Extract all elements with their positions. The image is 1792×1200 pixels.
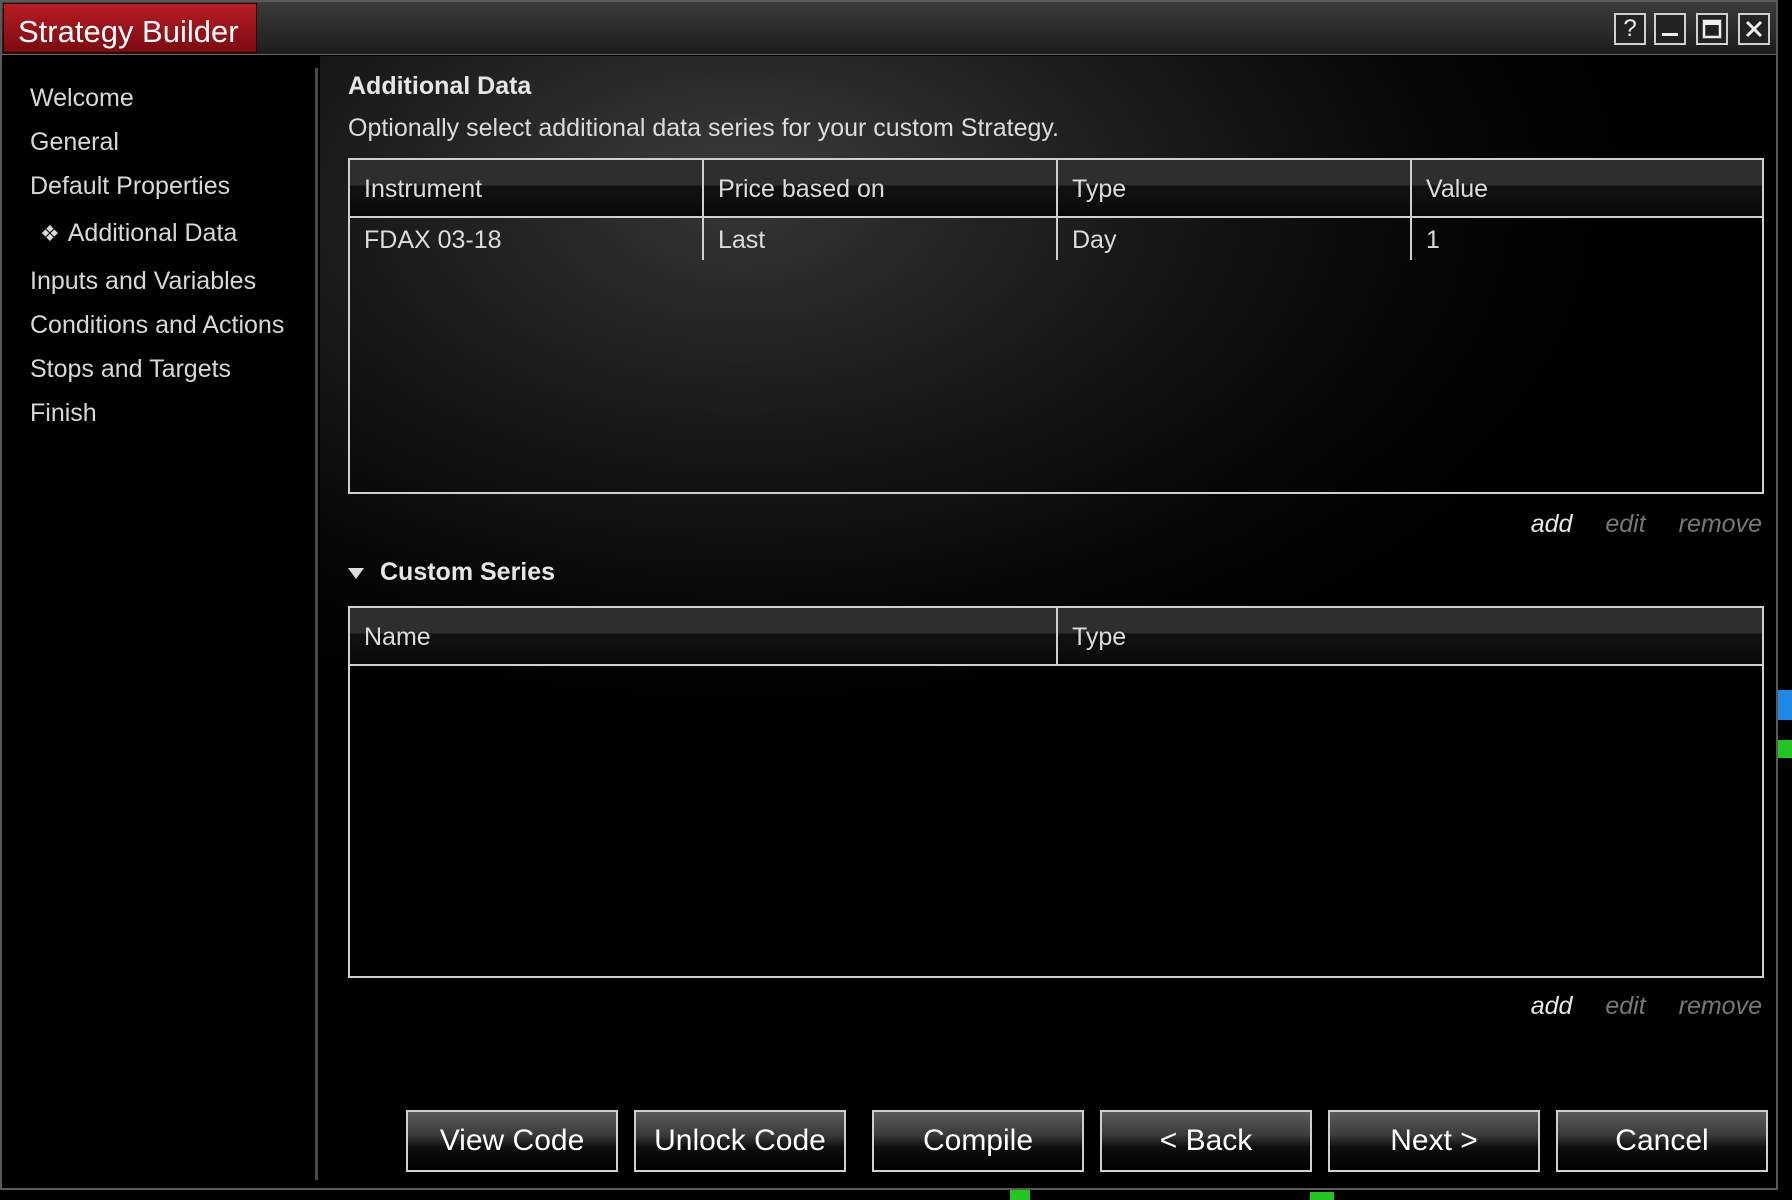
sidebar-item-general[interactable]: General <box>30 128 119 157</box>
unlock-code-button[interactable]: Unlock Code <box>634 1110 846 1172</box>
compile-button[interactable]: Compile <box>872 1110 1084 1172</box>
custom-series-table[interactable]: Name Type <box>348 606 1764 978</box>
sidebar-item-inputs-and-variables[interactable]: Inputs and Variables <box>30 267 256 296</box>
sidebar-item-label: Default Properties <box>30 172 231 200</box>
cell-price-based-on: Last <box>718 226 766 254</box>
custom-series-header[interactable]: Custom Series <box>348 558 555 587</box>
next-button[interactable]: Next > <box>1328 1110 1540 1172</box>
column-header-instrument[interactable]: Instrument <box>350 175 482 204</box>
back-button[interactable]: < Back <box>1100 1110 1312 1172</box>
main-panel: Additional Data Optionally select additi… <box>320 56 1776 1188</box>
sidebar-item-label: Additional Data <box>67 219 238 247</box>
column-header-value[interactable]: Value <box>1412 175 1488 204</box>
column-divider <box>1056 608 1058 666</box>
add-link[interactable]: add <box>1531 510 1573 538</box>
section-description: Optionally select additional data series… <box>348 114 1059 142</box>
close-icon[interactable] <box>1738 13 1770 45</box>
cell-instrument: FDAX 03-18 <box>364 226 502 254</box>
cancel-button[interactable]: Cancel <box>1556 1110 1768 1172</box>
sidebar-item-label: Stops and Targets <box>30 355 232 383</box>
active-bullet-icon: ❖ <box>40 221 60 246</box>
remove-link[interactable]: remove <box>1679 992 1762 1020</box>
edit-link[interactable]: edit <box>1605 510 1645 538</box>
maximize-icon[interactable] <box>1696 13 1728 45</box>
sidebar-item-default-properties[interactable]: Default Properties <box>30 172 230 201</box>
sidebar-item-label: General <box>30 128 119 156</box>
title-bar[interactable]: Strategy Builder ? <box>2 2 1776 55</box>
sidebar-item-label: Welcome <box>30 84 134 112</box>
sidebar-item-stops-and-targets[interactable]: Stops and Targets <box>30 355 231 384</box>
cell-value: 1 <box>1426 226 1440 254</box>
column-header-type[interactable]: Type <box>1058 623 1126 652</box>
collapse-triangle-icon[interactable] <box>348 567 364 579</box>
strategy-builder-window: Strategy Builder ? Welcome General Defau… <box>0 0 1778 1190</box>
cell-type: Day <box>1072 226 1117 254</box>
sidebar-item-finish[interactable]: Finish <box>30 399 97 428</box>
sidebar-item-label: Finish <box>30 399 97 427</box>
additional-data-actions: add edit remove <box>1505 510 1762 539</box>
custom-series-actions: add edit remove <box>1505 992 1762 1021</box>
column-header-type[interactable]: Type <box>1058 175 1126 204</box>
window-title-tab: Strategy Builder <box>4 4 256 52</box>
sidebar-item-label: Inputs and Variables <box>30 267 257 295</box>
sidebar-item-additional-data[interactable]: ❖ Additional Data <box>40 219 237 248</box>
view-code-button[interactable]: View Code <box>406 1110 618 1172</box>
remove-link[interactable]: remove <box>1679 510 1762 538</box>
window-title: Strategy Builder <box>18 14 239 49</box>
sidebar-item-conditions-and-actions[interactable]: Conditions and Actions <box>30 311 284 340</box>
edit-link[interactable]: edit <box>1605 992 1645 1020</box>
column-header-name[interactable]: Name <box>350 623 431 652</box>
additional-data-table[interactable]: Instrument Price based on Type Value FDA… <box>348 158 1764 494</box>
section-title: Additional Data <box>348 72 532 100</box>
sidebar-item-welcome[interactable]: Welcome <box>30 84 134 113</box>
wizard-sidebar: Welcome General Default Properties ❖ Addi… <box>2 68 318 1180</box>
column-header-price-based-on[interactable]: Price based on <box>704 175 885 204</box>
custom-series-title: Custom Series <box>380 558 556 586</box>
sidebar-item-label: Conditions and Actions <box>30 311 285 339</box>
help-icon[interactable]: ? <box>1614 13 1646 45</box>
add-link[interactable]: add <box>1531 992 1573 1020</box>
minimize-icon[interactable] <box>1654 13 1686 45</box>
